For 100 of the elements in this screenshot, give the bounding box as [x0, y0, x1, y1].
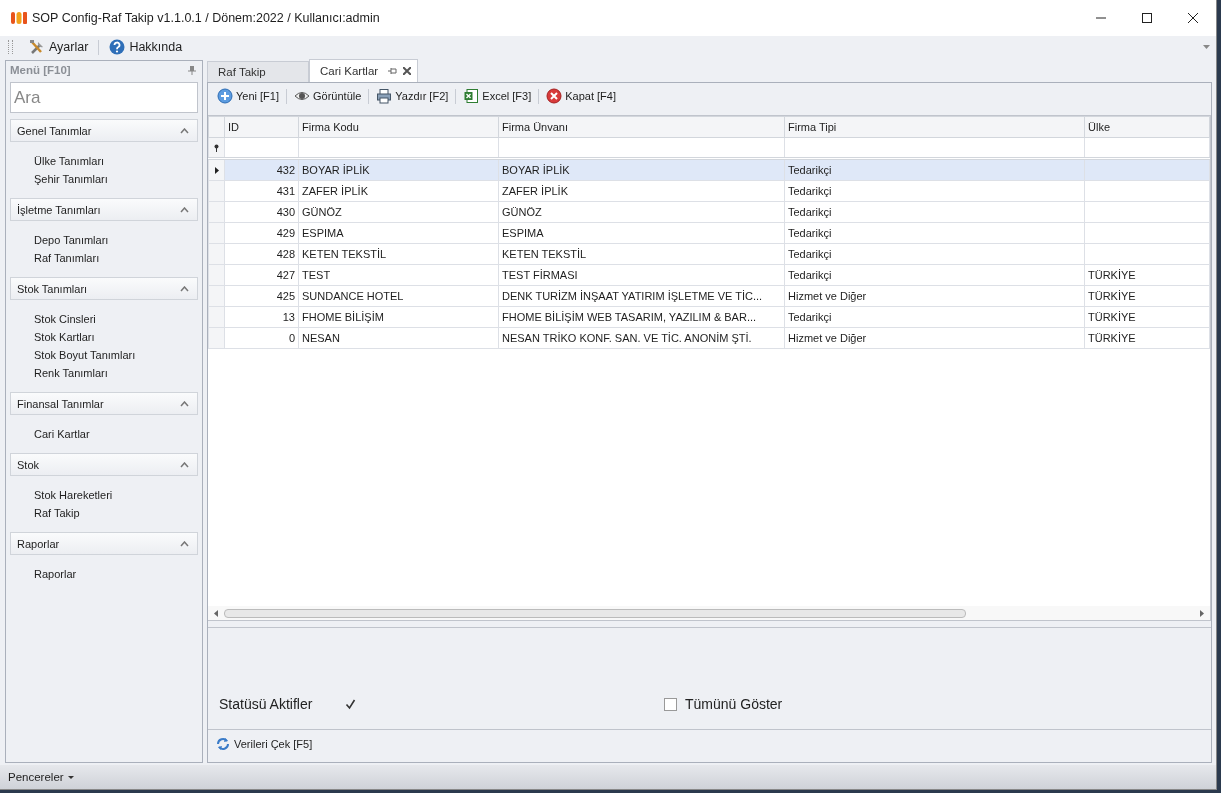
- table-cell: BOYAR İPLİK: [498, 158, 785, 181]
- menu-item[interactable]: Renk Tanımları: [34, 364, 198, 382]
- chevron-up-icon: [180, 461, 189, 468]
- filter-icon: [214, 143, 219, 152]
- table-cell: Tedarikçi: [784, 201, 1085, 223]
- tab[interactable]: Cari Kartlar: [309, 59, 419, 82]
- table-row[interactable]: 432 BOYAR İPLİK BOYAR İPLİK Tedarikçi: [208, 158, 1210, 181]
- table-cell: ESPIMA: [298, 222, 499, 244]
- pin-icon: [188, 65, 196, 75]
- table-cell: NESAN: [298, 327, 499, 349]
- windows-menu-button[interactable]: Pencereler: [8, 771, 74, 783]
- column-header[interactable]: Firma Kodu: [298, 116, 499, 138]
- toolbar-button[interactable]: Görüntüle: [291, 88, 365, 104]
- table-cell: TÜRKİYE: [1084, 306, 1210, 328]
- table-cell: SUNDANCE HOTEL: [298, 285, 499, 307]
- toolbar-grip: [8, 40, 13, 54]
- menu-button[interactable]: Ayarlar: [23, 39, 95, 55]
- table-cell: 0: [224, 327, 299, 349]
- table-row[interactable]: 0 NESAN NESAN TRİKO KONF. SAN. VE TİC. ANONİM ŞTİ. Hizmet ve Diğer TÜRKİYE: [208, 327, 1210, 349]
- table-cell: Hizmet ve Diğer: [784, 327, 1085, 349]
- row-pointer-icon: [214, 167, 219, 174]
- horizontal-scrollbar[interactable]: [208, 606, 1210, 620]
- table-row[interactable]: 431 ZAFER İPLİK ZAFER İPLİK Tedarikçi: [208, 180, 1210, 202]
- group-header[interactable]: Raporlar: [10, 532, 198, 555]
- table-cell: 425: [224, 285, 299, 307]
- maximize-icon: [1142, 13, 1152, 23]
- column-header[interactable]: ID: [224, 116, 299, 138]
- menu-item[interactable]: Cari Kartlar: [34, 425, 198, 443]
- table-cell: Tedarikçi: [784, 158, 1085, 181]
- table-row[interactable]: 429 ESPIMA ESPIMA Tedarikçi: [208, 222, 1210, 244]
- table-cell: DENK TURİZM İNŞAAT YATIRIM İŞLETME VE TİC...: [498, 285, 785, 307]
- printer-icon: [376, 88, 393, 104]
- menu-item[interactable]: Raporlar: [34, 565, 198, 583]
- spreadsheet-icon: [463, 88, 480, 104]
- group-header[interactable]: Stok: [10, 453, 198, 476]
- pin-button[interactable]: [188, 65, 196, 75]
- checkbox-label: Tümünü Göster: [685, 696, 783, 712]
- refresh-button[interactable]: Verileri Çek [F5]: [212, 736, 316, 752]
- chevron-up-icon: [180, 206, 189, 213]
- chevron-up-icon: [180, 127, 189, 134]
- chevron-up-icon: [180, 285, 189, 292]
- menu-item[interactable]: Raf Takip: [34, 504, 198, 522]
- menu-item[interactable]: Ülke Tanımları: [34, 152, 198, 170]
- table-cell: GÜNÖZ: [298, 201, 499, 223]
- scroll-thumb[interactable]: [224, 608, 966, 618]
- checkbox[interactable]: [664, 697, 677, 711]
- toolbar-button[interactable]: Yazdır [F2]: [373, 88, 452, 104]
- menu-item[interactable]: Stok Hareketleri: [34, 486, 198, 504]
- table-cell: TÜRKİYE: [1084, 264, 1210, 286]
- chevron-up-icon: [180, 540, 189, 547]
- close-icon: [403, 67, 412, 75]
- tab[interactable]: Raf Takip: [207, 61, 309, 82]
- search-field[interactable]: Ara: [10, 82, 198, 113]
- column-header[interactable]: Firma Ünvanı: [498, 116, 785, 138]
- checkbox[interactable]: [344, 697, 358, 711]
- table-cell: BOYAR İPLİK: [298, 158, 499, 181]
- tools-icon: [29, 39, 45, 55]
- menu-item[interactable]: Şehir Tanımları: [34, 170, 198, 188]
- app-logo-icon: [10, 10, 28, 26]
- help-icon: [109, 39, 126, 55]
- table-cell: ZAFER İPLİK: [298, 180, 499, 202]
- table-cell: 13: [224, 306, 299, 328]
- table-cell: KETEN TEKSTİL: [298, 243, 499, 265]
- table-row[interactable]: 13 FHOME BİLİŞİM FHOME BİLİŞİM WEB TASARIM, YAZILIM & BAR... Tedarikçi TÜRKİYE: [208, 306, 1210, 328]
- table-cell: TÜRKİYE: [1084, 327, 1210, 349]
- group-header[interactable]: Finansal Tanımlar: [10, 392, 198, 415]
- column-header[interactable]: Firma Tipi: [784, 116, 1085, 138]
- table-row[interactable]: 425 SUNDANCE HOTEL DENK TURİZM İNŞAAT YATIRIM İŞLETME VE TİC... Hizmet ve Diğer TÜRKİYE: [208, 285, 1210, 307]
- table-cell: TEST FİRMASI: [498, 264, 785, 286]
- table-cell: ZAFER İPLİK: [498, 180, 785, 202]
- group-header[interactable]: İşletme Tanımları: [10, 198, 198, 221]
- pin-icon: [388, 67, 398, 75]
- window-title: SOP Config-Raf Takip v1.1.0.1 / Dönem:2022 / Kullanıcı:admin: [32, 11, 381, 25]
- caret-icon: [67, 775, 74, 779]
- menu-item[interactable]: Stok Cinsleri: [34, 310, 198, 328]
- menu-item[interactable]: Stok Kartları: [34, 328, 198, 346]
- table-cell: 432: [224, 158, 299, 181]
- table-cell: Tedarikçi: [784, 306, 1085, 328]
- panel-title: Menü [F10]: [10, 64, 71, 76]
- table-row[interactable]: 427 TEST TEST FİRMASI Tedarikçi TÜRKİYE: [208, 264, 1210, 286]
- table-row[interactable]: 428 KETEN TEKSTİL KETEN TEKSTİL Tedarikçi: [208, 243, 1210, 265]
- table-cell: KETEN TEKSTİL: [498, 243, 785, 265]
- table-cell: TEST: [298, 264, 499, 286]
- menu-item[interactable]: Raf Tanımları: [34, 249, 198, 267]
- close-icon: [1188, 13, 1198, 23]
- column-header[interactable]: Ülke: [1084, 116, 1210, 138]
- table-cell: 429: [224, 222, 299, 244]
- toolbar-button[interactable]: Excel [F3]: [460, 88, 535, 104]
- refresh-icon: [215, 736, 231, 752]
- menu-item[interactable]: Depo Tanımları: [34, 231, 198, 249]
- menu-button[interactable]: Hakkında: [103, 39, 189, 55]
- group-header[interactable]: Stok Tanımları: [10, 277, 198, 300]
- table-row[interactable]: 430 GÜNÖZ GÜNÖZ Tedarikçi: [208, 201, 1210, 223]
- group-header[interactable]: Genel Tanımlar: [10, 119, 198, 142]
- chevron-up-icon: [180, 400, 189, 407]
- close-icon: [546, 88, 563, 104]
- scroll-right-icon: [1200, 609, 1204, 617]
- toolbar-button[interactable]: Kapat [F4]: [543, 88, 619, 104]
- menu-item[interactable]: Stok Boyut Tanımları: [34, 346, 198, 364]
- toolbar-button[interactable]: Yeni [F1]: [214, 88, 282, 104]
